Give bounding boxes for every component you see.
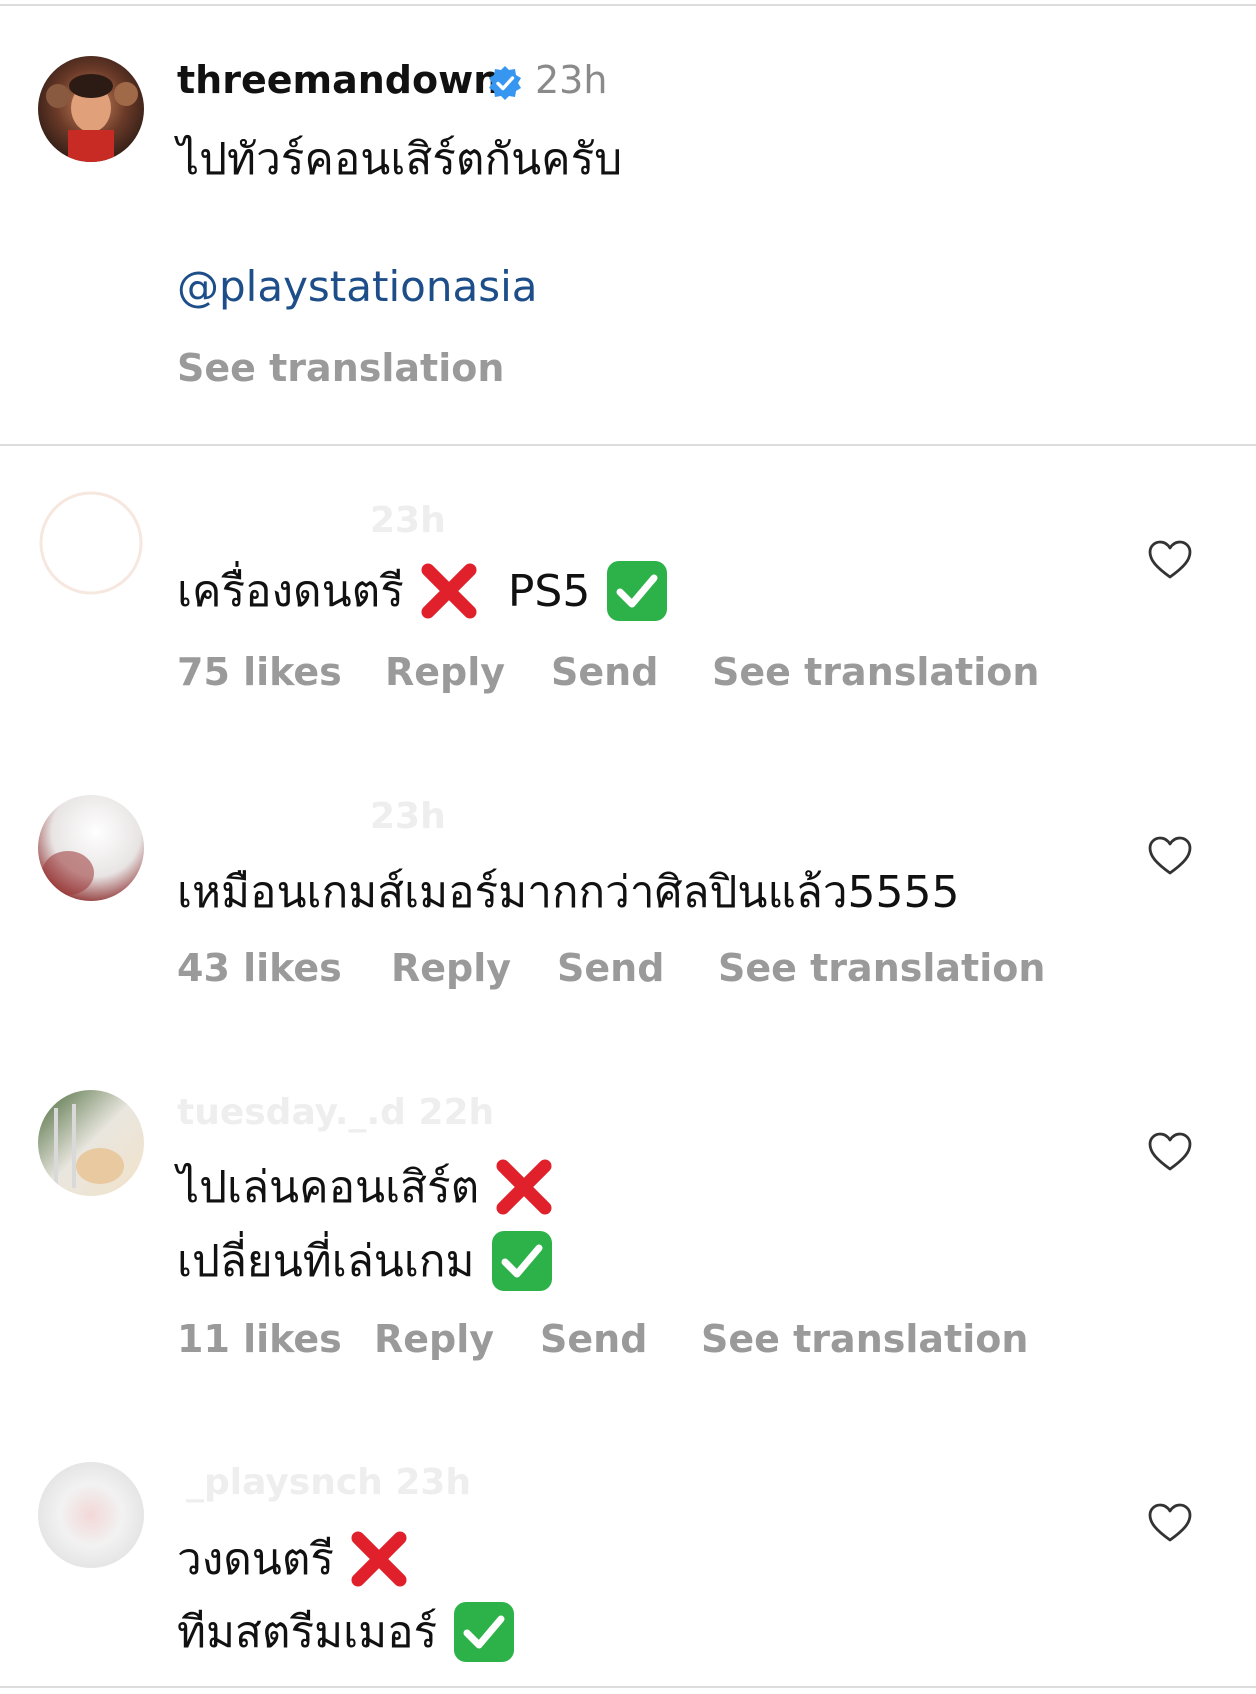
heart-outline-icon[interactable]	[1148, 836, 1192, 876]
heart-outline-icon[interactable]	[1148, 1503, 1192, 1543]
comment-likes[interactable]: 75 likes	[177, 650, 342, 694]
comment-reply-button[interactable]: Reply	[374, 1317, 494, 1361]
comment-username[interactable]: 23h	[370, 796, 446, 837]
cross-mark-emoji	[495, 1158, 553, 1216]
comment-avatar[interactable]	[38, 795, 144, 901]
cross-mark-emoji	[350, 1530, 408, 1588]
caption-divider	[0, 444, 1256, 446]
comment-see-translation[interactable]: See translation	[701, 1317, 1028, 1361]
comment-send-button[interactable]: Send	[551, 650, 658, 694]
comment-text-suffix: PS5	[507, 565, 591, 617]
comment-avatar[interactable]	[38, 1090, 144, 1196]
caption-mention[interactable]: @playstationasia	[177, 262, 538, 311]
comment-text: วงดนตรี	[177, 1524, 408, 1594]
top-divider	[0, 4, 1256, 6]
comment-text: ไปเล่นคอนเสิร์ต	[177, 1152, 553, 1222]
caption-time: 23h	[535, 58, 608, 102]
comment-text-main: ไปเล่นคอนเสิร์ต	[177, 1162, 480, 1213]
comment-reply-button[interactable]: Reply	[385, 650, 505, 694]
bottom-divider	[0, 1686, 1256, 1688]
comment-avatar[interactable]	[38, 1462, 144, 1568]
check-mark-button-emoji	[491, 1230, 553, 1292]
comment-reply-button[interactable]: Reply	[391, 946, 511, 990]
comment-text-main: วงดนตรี	[177, 1534, 335, 1585]
caption-avatar[interactable]	[38, 56, 144, 162]
comment-likes[interactable]: 43 likes	[177, 946, 342, 990]
caption-text: ไปทัวร์คอนเสิร์ตกันครับ	[177, 134, 623, 185]
comment-text: เหมือนเกมส์เมอร์มากกว่าศิลปินแล้ว5555	[177, 857, 960, 927]
comment-see-translation[interactable]: See translation	[712, 650, 1039, 694]
comment-username[interactable]: 23h	[370, 500, 446, 541]
check-mark-button-emoji	[606, 560, 668, 622]
heart-outline-icon[interactable]	[1148, 1132, 1192, 1172]
comment-username[interactable]: _playsnch 23h	[186, 1462, 471, 1503]
caption-username[interactable]: threemandown	[177, 58, 500, 102]
caption-see-translation[interactable]: See translation	[177, 346, 504, 390]
verified-badge-icon	[487, 65, 523, 101]
comment-text-main: เหมือนเกมส์เมอร์มากกว่าศิลปินแล้ว5555	[177, 867, 960, 918]
comment-likes[interactable]: 11 likes	[177, 1317, 342, 1361]
comment-text-line2: ทีมสตรีมเมอร์	[177, 1597, 515, 1667]
comment-text: เครื่องดนตรี PS5	[177, 556, 668, 626]
heart-outline-icon[interactable]	[1148, 540, 1192, 580]
comment-text-line2: เปลี่ยนที่เล่นเกม	[177, 1226, 553, 1296]
comment-send-button[interactable]: Send	[540, 1317, 647, 1361]
comment-text-main: เปลี่ยนที่เล่นเกม	[177, 1236, 475, 1287]
comment-see-translation[interactable]: See translation	[718, 946, 1045, 990]
comment-text-main: เครื่องดนตรี	[177, 566, 404, 617]
comment-send-button[interactable]: Send	[557, 946, 664, 990]
comment-username[interactable]: tuesday._.d 22h	[177, 1092, 494, 1133]
cross-mark-emoji	[420, 562, 478, 620]
comment-avatar[interactable]	[38, 490, 144, 596]
check-mark-button-emoji	[453, 1601, 515, 1663]
comment-text-main: ทีมสตรีมเมอร์	[177, 1607, 438, 1658]
